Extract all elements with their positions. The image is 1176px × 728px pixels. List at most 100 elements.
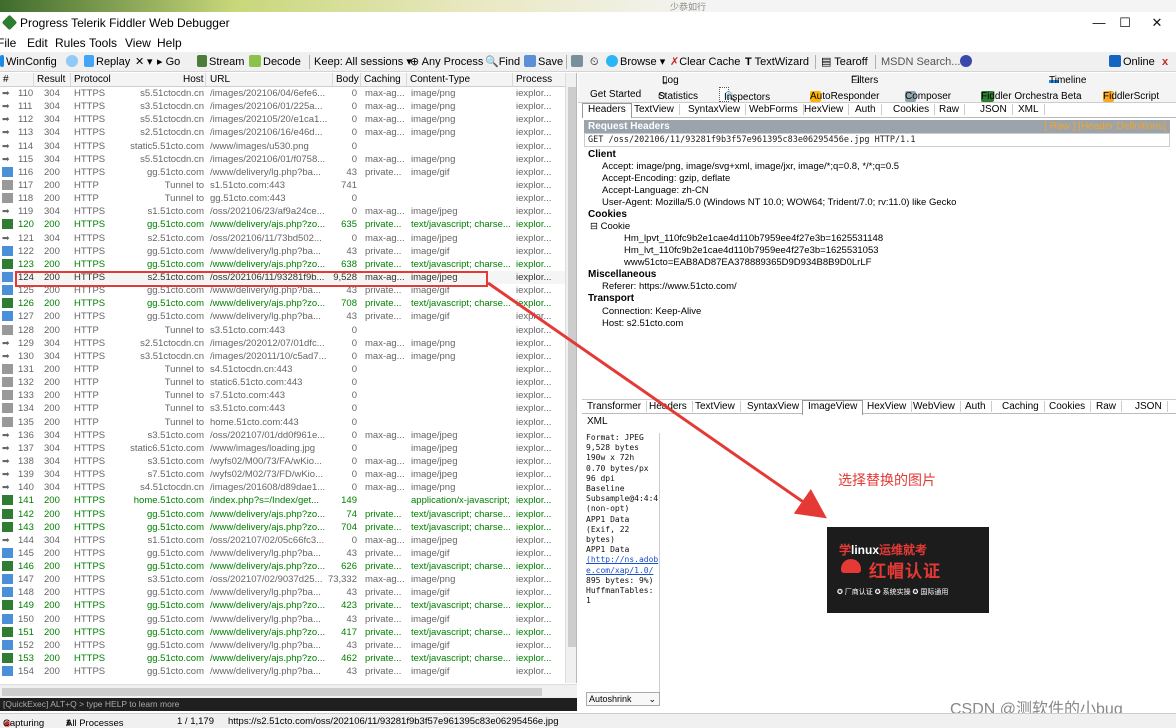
table-row[interactable]: ➡ 140 304 HTTPS s4.51ctocdn.cn/images/201608… (0, 481, 565, 494)
table-row[interactable]: ➡ 136 304 HTTPS s3.51cto.com/oss/202107/01/d… (0, 429, 565, 442)
session-vertical-scrollbar[interactable] (565, 73, 576, 683)
screenshot-button[interactable] (571, 54, 585, 70)
go-button[interactable]: ▸ Go (157, 54, 180, 70)
request-tab-xml[interactable]: XML (1013, 104, 1045, 115)
header-links[interactable]: [ Raw ] [Header Definitions] (1044, 120, 1166, 133)
response-tab-json[interactable]: JSON (1130, 401, 1168, 412)
table-row[interactable]: 143 200 HTTPS gg.51cto.com/www/delivery/ajs… (0, 521, 565, 534)
table-row[interactable]: ➡ 121 304 HTTPS s2.51cto.com/oss/202106/11/7… (0, 232, 565, 245)
tearoff-button[interactable]: ▤ Tearoff (821, 54, 868, 70)
menu-edit[interactable]: Edit (27, 36, 48, 50)
request-tab-hexview[interactable]: HexView (799, 104, 850, 115)
request-tab-textview[interactable]: TextView (629, 104, 680, 115)
request-tab-headers[interactable]: Headers (582, 103, 632, 118)
autoshrink-dropdown[interactable]: Autoshrink ⌄ (586, 692, 660, 706)
col-url[interactable]: URL (210, 74, 230, 85)
cookie-node[interactable]: ⊟ Cookie (590, 221, 630, 232)
quickexec-input[interactable]: [QuickExec] ALT+Q > type HELP to learn m… (0, 698, 577, 711)
table-row[interactable]: 152 200 HTTPS gg.51cto.com/www/delivery/lg.… (0, 639, 565, 652)
table-row[interactable]: 150 200 HTTPS gg.51cto.com/www/delivery/lg.… (0, 613, 565, 626)
online-indicator[interactable]: Online (1109, 54, 1155, 70)
scrollbar-thumb[interactable] (568, 87, 576, 647)
table-row[interactable]: ➡ 113 304 HTTPS s2.51ctocdn.cn/images/202106… (0, 126, 565, 139)
collapse-icon[interactable]: ⊟ (590, 221, 601, 232)
response-tab-xml[interactable]: XML (582, 416, 613, 427)
col-body[interactable]: Body (336, 74, 359, 85)
table-row[interactable]: ➡ 144 304 HTTPS s1.51cto.com/oss/202107/02/0… (0, 534, 565, 547)
col-protocol[interactable]: Protocol (74, 74, 111, 85)
tab-get-started[interactable]: Get Started (590, 89, 641, 100)
request-tab-syntaxview[interactable]: SyntaxView (683, 104, 747, 115)
msdn-search-input[interactable]: MSDN Search... (881, 54, 960, 70)
table-row[interactable]: 145 200 HTTPS gg.51cto.com/www/delivery/lg.… (0, 547, 565, 560)
response-tab-cookies[interactable]: Cookies (1044, 401, 1092, 412)
comment-button[interactable] (66, 54, 80, 70)
table-row[interactable]: 141 200 HTTPS home.51cto.com/index.php?s=/I… (0, 494, 565, 507)
tab-inspectors[interactable]: 🔍 Inspectors (719, 87, 770, 103)
keep-sessions-dropdown[interactable]: Keep: All sessions ▾ (314, 54, 412, 70)
find-button[interactable]: 🔍Find (485, 54, 520, 70)
timer-button[interactable]: ⏲ (590, 54, 599, 70)
response-tab-headers[interactable]: Headers (644, 401, 693, 412)
xmp-link[interactable]: (http://ns.adobe.com/xap/1.0/ (586, 555, 659, 575)
col-host[interactable]: Host (183, 74, 204, 85)
table-row[interactable]: 148 200 HTTPS gg.51cto.com/www/delivery/lg.… (0, 586, 565, 599)
response-tab-syntaxview[interactable]: SyntaxView (742, 401, 806, 412)
table-row[interactable]: 151 200 HTTPS gg.51cto.com/www/delivery/ajs… (0, 626, 565, 639)
table-row[interactable]: 128 200 HTTP Tunnel to s3.51cto.com:443 0 iexp… (0, 324, 565, 337)
response-tab-auth[interactable]: Auth (960, 401, 992, 412)
table-row[interactable]: ➡ 139 304 HTTPS s7.51cto.com/wyfs02/M02/73/F… (0, 468, 565, 481)
col-process[interactable]: Process (516, 74, 552, 85)
table-row[interactable]: 132 200 HTTP Tunnel to static6.51cto.com:443… (0, 376, 565, 389)
remove-dropdown-icon[interactable]: ▾ (147, 54, 153, 70)
request-tab-cookies[interactable]: Cookies (888, 104, 936, 115)
close-button[interactable]: ✕ (1142, 14, 1172, 32)
menu-tools[interactable]: Tools (89, 36, 117, 50)
col-content-type[interactable]: Content-Type (410, 74, 470, 85)
table-row[interactable]: 146 200 HTTPS gg.51cto.com/www/delivery/ajs… (0, 560, 565, 573)
remove-button[interactable]: ✕ (135, 54, 144, 70)
table-row[interactable]: 127 200 HTTPS gg.51cto.com/www/delivery/lg.… (0, 310, 565, 323)
table-row[interactable]: 147 200 HTTPS s3.51cto.com/oss/202107/02/90… (0, 573, 565, 586)
table-row[interactable]: ➡ 130 304 HTTPS s3.51ctocdn.cn/images/202011… (0, 350, 565, 363)
col-caching[interactable]: Caching (364, 74, 401, 85)
response-tab-webview[interactable]: WebView (908, 401, 961, 412)
request-tab-webforms[interactable]: WebForms (744, 104, 804, 115)
save-button[interactable]: Save (524, 54, 563, 70)
group-miscellaneous[interactable]: Miscellaneous (588, 269, 656, 280)
table-row[interactable]: ➡ 138 304 HTTPS s3.51cto.com/wyfs02/M00/73/F… (0, 455, 565, 468)
group-client[interactable]: Client (588, 149, 616, 160)
maximize-button[interactable]: ☐ (1110, 14, 1140, 32)
textwizard-button[interactable]: T TextWizard (745, 54, 809, 70)
table-row[interactable]: ➡ 119 304 HTTPS s1.51cto.com/oss/202106/23/a… (0, 205, 565, 218)
response-tab-imageview[interactable]: ImageView (802, 400, 864, 415)
table-row[interactable]: 118 200 HTTP Tunnel to gg.51cto.com:443 0 iexp… (0, 192, 565, 205)
group-cookies[interactable]: Cookies (588, 209, 627, 220)
table-row[interactable]: 134 200 HTTP Tunnel to s3.51cto.com:443 0 iexp… (0, 402, 565, 415)
table-row[interactable]: ➡ 110 304 HTTPS s5.51ctocdn.cn/images/202106… (0, 87, 565, 100)
table-row[interactable]: 153 200 HTTPS gg.51cto.com/www/delivery/ajs… (0, 652, 565, 665)
response-tab-hexview[interactable]: HexView (862, 401, 913, 412)
col-result[interactable]: Result (37, 74, 65, 85)
request-tab-raw[interactable]: Raw (934, 104, 966, 115)
menu-help[interactable]: Help (157, 36, 182, 50)
table-row[interactable]: 126 200 HTTPS gg.51cto.com/www/delivery/ajs… (0, 297, 565, 310)
response-tab-transformer[interactable]: Transformer (582, 401, 648, 412)
request-tab-json[interactable]: JSON (975, 104, 1013, 115)
clear-cache-button[interactable]: ✗Clear Cache (670, 54, 740, 70)
browse-button[interactable]: Browse ▾ (606, 54, 665, 70)
table-row[interactable]: 123 200 HTTPS gg.51cto.com/www/delivery/ajs… (0, 258, 565, 271)
menu-rules[interactable]: Rules (55, 36, 86, 50)
table-row[interactable]: ➡ 129 304 HTTPS s2.51ctocdn.cn/images/202012… (0, 337, 565, 350)
menu-view[interactable]: View (125, 36, 151, 50)
menu-file[interactable]: File (0, 36, 16, 50)
table-row[interactable]: ➡ 112 304 HTTPS s5.51ctocdn.cn/images/202105… (0, 113, 565, 126)
scrollbar-thumb[interactable] (2, 688, 542, 696)
stream-button[interactable]: Stream (197, 54, 244, 70)
table-row[interactable]: 142 200 HTTPS gg.51cto.com/www/delivery/ajs… (0, 508, 565, 521)
decode-button[interactable]: Decode (249, 54, 301, 70)
replay-button[interactable]: Replay (84, 54, 130, 70)
table-row[interactable]: 116 200 HTTPS gg.51cto.com/www/delivery/lg.… (0, 166, 565, 179)
request-tab-auth[interactable]: Auth (850, 104, 882, 115)
table-row[interactable]: 120 200 HTTPS gg.51cto.com/www/delivery/ajs… (0, 218, 565, 231)
